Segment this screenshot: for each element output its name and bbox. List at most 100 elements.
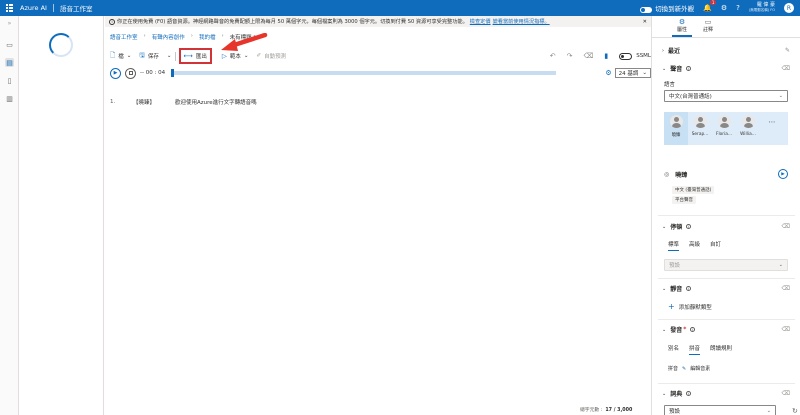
usage-link[interactable]: 變看當前使用情況指標。 xyxy=(493,18,550,25)
voice-card[interactable]: Serap... xyxy=(688,112,712,145)
edit-icon[interactable]: ✎ xyxy=(785,47,790,54)
new-look-switch[interactable]: 切換到新外觀 xyxy=(640,3,694,13)
pause-section-header[interactable]: ⌄ 停頓 i ⌫ xyxy=(662,222,790,231)
tab-standard[interactable]: 標準 xyxy=(668,240,680,251)
tab-alias[interactable]: 別名 xyxy=(668,344,679,355)
playback-bar: ▶ -- 00 : 04 ⚙ 24 基調 ⌄ xyxy=(110,66,651,80)
help-icon[interactable]: ? xyxy=(736,4,740,12)
eraser-icon[interactable]: ⌫ xyxy=(782,390,790,397)
tab-comments[interactable]: ▭ 註釋 xyxy=(693,18,723,33)
edit-phoneme-label[interactable]: 編輯音素 xyxy=(690,365,710,372)
voice-avatar-icon xyxy=(669,115,683,128)
breadcrumb-my-files[interactable]: 我的檔 xyxy=(199,33,216,41)
app-title[interactable]: 語音工作室 xyxy=(60,3,93,13)
clipboard-icon[interactable]: ▯ xyxy=(5,76,14,85)
speaker-tag[interactable]: 【曉臻】 xyxy=(128,98,162,106)
brand-name[interactable]: Azure AI xyxy=(20,4,47,12)
collapse-icon[interactable]: » xyxy=(5,19,14,28)
pinyin-label: 拼音 xyxy=(668,366,679,372)
voice-section-header[interactable]: ⌄ 聲音 i ⌫ xyxy=(662,64,790,73)
app-launcher-icon[interactable] xyxy=(6,4,14,12)
file-menu-button[interactable]: 🗋 檔 ⌄ xyxy=(110,51,131,62)
play-menu-button[interactable]: ▷ 範本 ⌄ xyxy=(222,52,249,60)
export-label: 匯出 xyxy=(195,54,207,60)
auto-predict-label: 自動預測 xyxy=(264,54,287,60)
pause-select[interactable]: 預設 ⌄ xyxy=(664,259,788,271)
voice-tag: 平台聲音 xyxy=(672,196,696,204)
add-silence-button[interactable]: + 添加靜默類型 xyxy=(668,302,712,311)
voice-card[interactable]: Willia... xyxy=(736,112,760,145)
avatar[interactable]: R xyxy=(784,3,794,13)
more-voices-button[interactable]: ⋯ xyxy=(760,112,784,145)
chevron-right-icon: › xyxy=(143,33,146,39)
panel-tabs: ⚙ 屬性 ▭ 註釋 xyxy=(652,16,800,38)
dictionary-section-header[interactable]: ⌄ 詞典 i ⌫ xyxy=(662,389,790,398)
home-icon[interactable]: ▭ xyxy=(5,40,14,49)
pricing-link[interactable]: 檢查定價 xyxy=(470,18,491,25)
book-icon[interactable]: ▮ xyxy=(604,52,608,60)
eraser-icon[interactable]: ⌫ xyxy=(782,326,790,333)
section-divider xyxy=(658,319,795,320)
notifications-icon[interactable]: 🔔 1 xyxy=(703,0,716,12)
dictionary-section-label: 詞典 xyxy=(670,391,683,398)
eraser-icon[interactable]: ⌫ xyxy=(782,223,790,230)
redo-icon[interactable]: ↷ xyxy=(567,52,573,60)
save-button[interactable]: 🖫 保存 xyxy=(139,51,159,62)
voice-preview-button[interactable]: ▶ xyxy=(778,169,788,179)
eraser-icon[interactable]: ⌫ xyxy=(782,285,790,292)
text-editor[interactable]: 1. 【曉臻】 歡迎使用Azure進行文字轉語音嗎 xyxy=(110,98,651,106)
voice-card[interactable]: Floria... xyxy=(712,112,736,145)
voice-settings-icon[interactable]: ⚙ xyxy=(605,69,611,77)
recent-section-header[interactable]: › 最近 ✎ xyxy=(662,46,790,55)
tab-pinyin[interactable]: 拼音 xyxy=(689,344,701,355)
undo-icon[interactable]: ↶ xyxy=(550,52,556,60)
voice-avatar-icon xyxy=(693,115,707,128)
chevron-down-icon: ⌄ xyxy=(662,65,667,72)
settings-icon[interactable]: ⚙ xyxy=(721,4,727,12)
eraser-icon[interactable]: ⌫ xyxy=(583,52,593,60)
play-menu-label: 範本 xyxy=(229,54,241,60)
tab-advanced[interactable]: 高級 xyxy=(689,240,700,251)
chevron-down-icon: ⌄ xyxy=(662,390,667,397)
voice-avatar-icon xyxy=(717,115,731,128)
play-button[interactable]: ▶ xyxy=(110,67,121,79)
user-info[interactable]: 羅 偉 豪 (無電郵名稱) FO xyxy=(749,3,775,13)
refresh-icon[interactable]: ↻ xyxy=(792,407,798,415)
voice-card[interactable]: 曉臻 xyxy=(664,112,688,145)
char-count-label: 總字元數 : xyxy=(580,408,603,413)
silence-section-header[interactable]: ⌄ 靜音 i ⌫ xyxy=(662,284,790,293)
tab-reading-rules[interactable]: 朗讀規則 xyxy=(710,344,732,355)
line-text[interactable]: 歡迎使用Azure進行文字轉語音嗎 xyxy=(162,98,257,106)
ssml-toggle[interactable] xyxy=(619,52,633,60)
person-icon: ◎ xyxy=(664,170,670,178)
chevron-down-icon: ⌄ xyxy=(778,262,783,268)
language-value: 中文(台灣普通話) xyxy=(669,94,712,100)
pronunciation-section-header[interactable]: ⌄ 發音 * i ⌫ xyxy=(662,325,790,334)
voice-name: 曉臻 xyxy=(671,133,681,138)
info-icon: i xyxy=(686,286,692,291)
breadcrumb-speech-studio[interactable]: 語音工作室 xyxy=(110,33,138,41)
pause-value: 預設 xyxy=(669,263,681,269)
breadcrumb-audio-content[interactable]: 有聲內容創作 xyxy=(152,33,185,41)
pronunciation-tabs: 別名 拼音 朗讀規則 xyxy=(668,344,732,355)
save-dropdown-icon[interactable]: ⌄ xyxy=(167,53,172,59)
close-icon[interactable]: ✕ xyxy=(643,19,651,25)
export-button[interactable]: ⟷ 匯出 xyxy=(178,48,212,64)
save-icon: 🖫 xyxy=(139,50,145,59)
language-select[interactable]: 中文(台灣普通話) ⌄ xyxy=(664,90,788,102)
export-icon: ⟷ xyxy=(183,52,193,60)
document-icon[interactable]: ▤ xyxy=(5,58,14,67)
dictionary-select[interactable]: 預設 ⌄ xyxy=(664,405,776,415)
stop-button[interactable] xyxy=(125,67,136,79)
dictionary-icon[interactable]: ▥ xyxy=(5,94,14,103)
edit-phoneme-icon[interactable]: ✎ xyxy=(682,366,686,372)
toggle-icon[interactable] xyxy=(640,6,653,13)
save-label: 保存 xyxy=(147,54,159,60)
section-divider xyxy=(658,215,795,216)
bases-select[interactable]: 24 基調 ⌄ xyxy=(614,68,651,78)
tab-custom[interactable]: 自訂 xyxy=(710,240,721,251)
auto-predict-button[interactable]: ✐ 自動預測 xyxy=(257,52,287,60)
playback-progress[interactable] xyxy=(171,69,557,77)
annotation-arrow xyxy=(221,33,268,51)
eraser-icon[interactable]: ⌫ xyxy=(782,65,790,72)
